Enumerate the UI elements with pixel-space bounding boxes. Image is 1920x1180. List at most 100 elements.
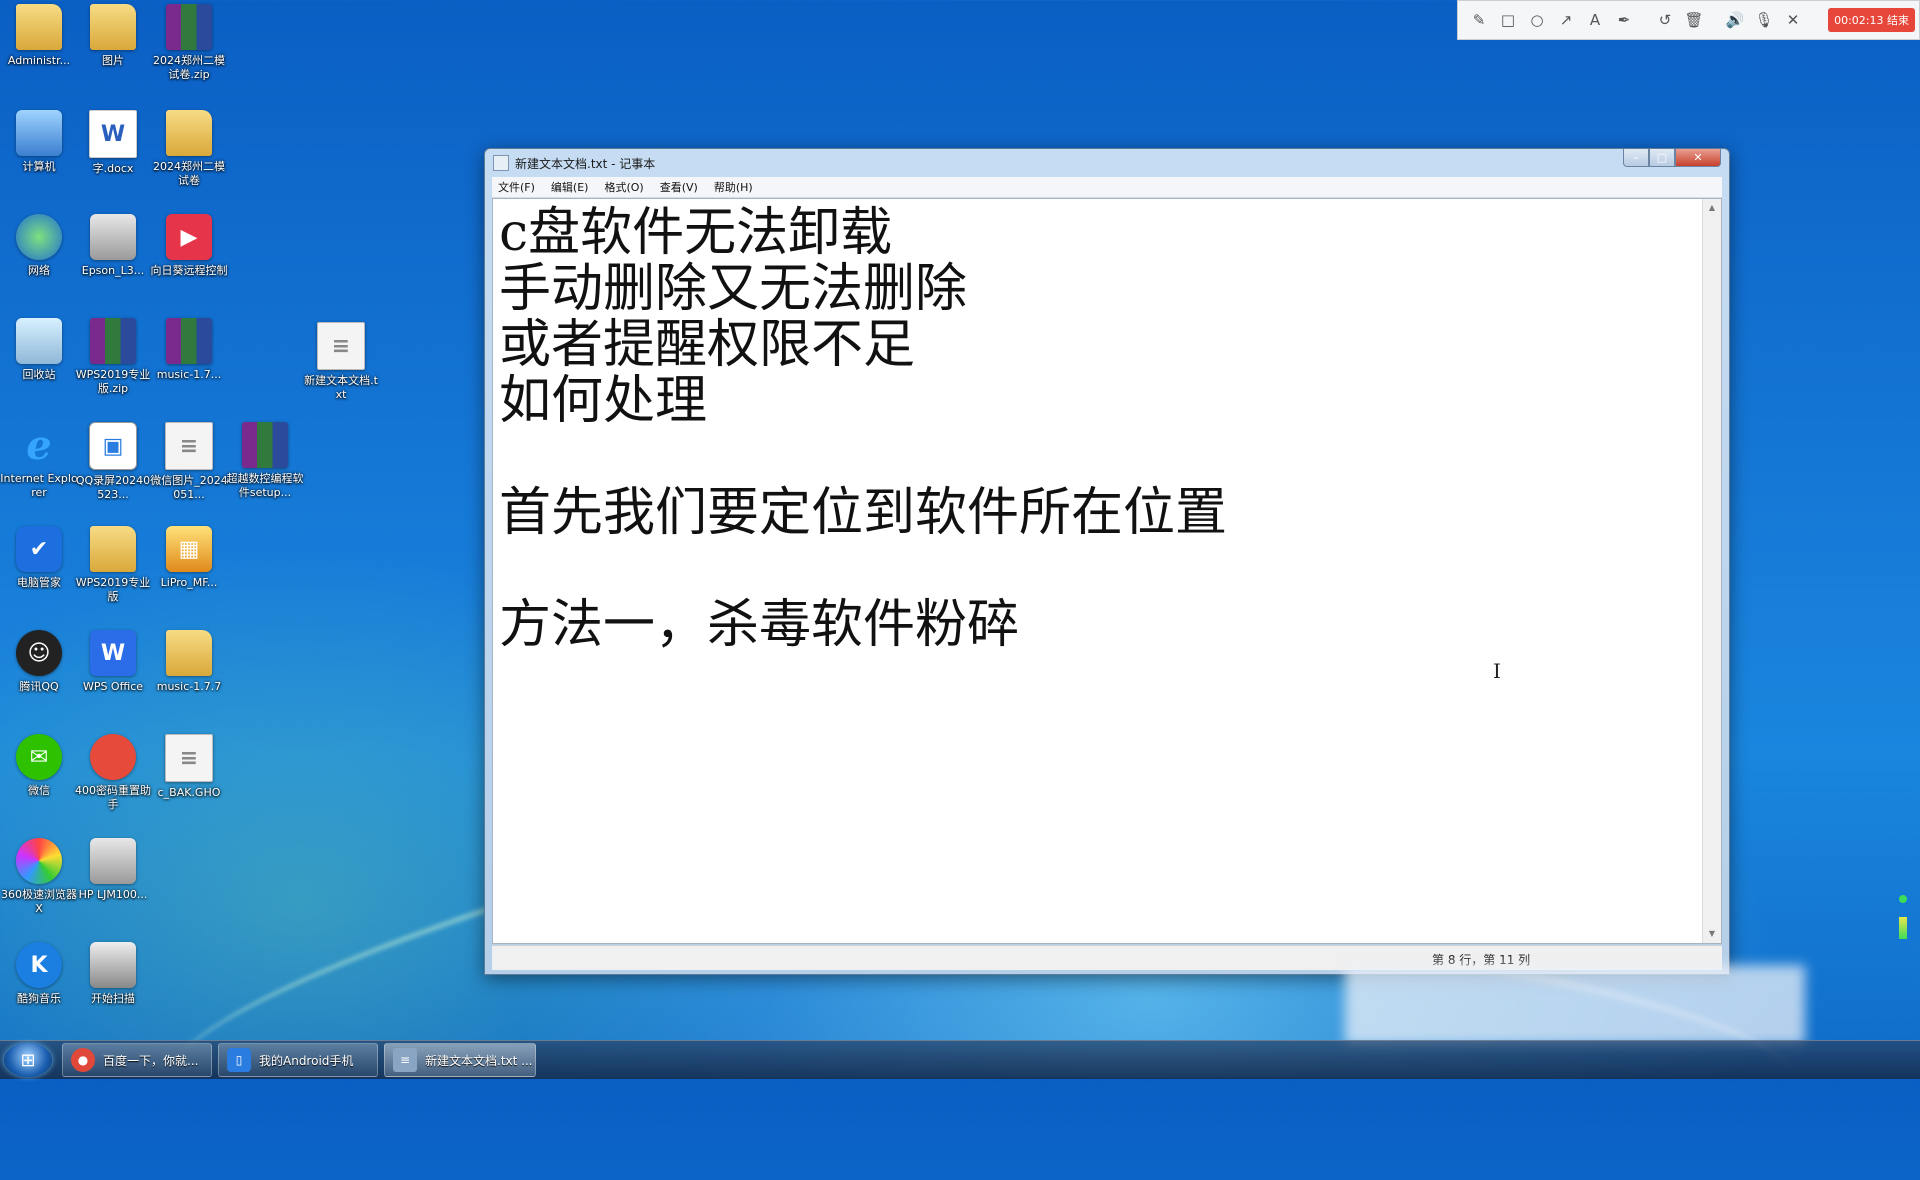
- folder-icon: [16, 4, 62, 50]
- minimize-button[interactable]: –: [1623, 149, 1649, 167]
- highlighter-icon[interactable]: ✒: [1611, 7, 1637, 33]
- desktop-icon-label: 腾讯QQ: [19, 680, 59, 693]
- desktop-icon-label: 微信图片_2024051...: [150, 474, 228, 501]
- desktop-icon-wechat-image[interactable]: ≡ 微信图片_2024051...: [150, 422, 228, 502]
- desktop-icon-exam-zip[interactable]: 2024郑州二模试卷.zip: [150, 4, 228, 82]
- desktop-icon-kugou-music[interactable]: K 酷狗音乐: [0, 942, 78, 1006]
- printer-icon: [90, 214, 136, 260]
- menu-format[interactable]: 格式(O): [604, 179, 643, 195]
- circle-icon[interactable]: ○: [1524, 7, 1550, 33]
- password-reset-icon: [90, 734, 136, 780]
- desktop-icon-wechat[interactable]: ✉ 微信: [0, 734, 78, 798]
- trash-icon[interactable]: 🗑: [1681, 7, 1707, 33]
- close-icon[interactable]: ✕: [1780, 7, 1806, 33]
- stop-recording-button[interactable]: 00:02:13 结束: [1828, 8, 1915, 32]
- taskbar-item-label: 我的Android手机: [259, 1053, 354, 1068]
- desktop-icon-label: 2024郑州二模试卷.zip: [153, 54, 225, 81]
- desktop-icon-label: 微信: [28, 784, 50, 797]
- desktop-icon-wps-folder[interactable]: WPS2019专业版: [74, 526, 152, 604]
- notepad-window: 新建文本文档.txt - 记事本 – □ ✕ 文件(F) 编辑(E) 格式(O)…: [484, 148, 1730, 975]
- taskbar-item-label: 新建文本文档.txt ...: [425, 1053, 533, 1068]
- shield-icon: ✔: [16, 526, 62, 572]
- desktop-icon-label: HP LJM100...: [78, 888, 148, 901]
- rectangle-icon[interactable]: □: [1495, 7, 1521, 33]
- desktop-icon-label: 网络: [28, 264, 50, 277]
- ibeam-cursor-icon: I: [1493, 659, 1501, 683]
- document-text[interactable]: c盘软件无法卸载 手动删除又无法删除 或者提醒权限不足 如何处理 首先我们要定位…: [499, 205, 1697, 653]
- desktop-icon-pictures[interactable]: 图片: [74, 4, 152, 68]
- taskbar-item-android[interactable]: ▯ 我的Android手机: [218, 1043, 378, 1077]
- menu-edit[interactable]: 编辑(E): [551, 179, 589, 195]
- taskbar-item-notepad[interactable]: ≡ 新建文本文档.txt ...: [384, 1043, 536, 1077]
- desktop-icon-network[interactable]: 网络: [0, 214, 78, 278]
- desktop-icon-docx[interactable]: W 字.docx: [74, 110, 152, 176]
- desktop-icon-label: QQ录屏20240523...: [75, 474, 151, 501]
- desktop-icon-label: 新建文本文档.txt: [304, 374, 378, 401]
- desktop-icon-sunlogin[interactable]: ▶ 向日葵远程控制: [150, 214, 228, 278]
- taskbar: ⊞ ● 百度一下，你就... ▯ 我的Android手机 ≡ 新建文本文档.tx…: [0, 1040, 1920, 1079]
- desktop-icon-computer[interactable]: 计算机: [0, 110, 78, 174]
- desktop-icon-label: Epson_L3...: [81, 264, 145, 277]
- desktop-icon-music-folder[interactable]: music-1.7.7: [150, 630, 228, 694]
- desktop-icon-label: 酷狗音乐: [17, 992, 61, 1005]
- close-button[interactable]: ✕: [1675, 149, 1721, 167]
- window-titlebar[interactable]: 新建文本文档.txt - 记事本 – □ ✕: [485, 149, 1729, 177]
- image-file-icon: ≡: [165, 422, 213, 470]
- desktop-icon-pc-manager[interactable]: ✔ 电脑管家: [0, 526, 78, 590]
- desktop-icon-label: music-1.7.7: [156, 680, 222, 693]
- taskbar-item-browser[interactable]: ● 百度一下，你就...: [62, 1043, 212, 1077]
- vertical-scrollbar[interactable]: ▲ ▼: [1702, 199, 1721, 943]
- recording-toolbar: ✎ □ ○ ↗ A ✒ ↺ 🗑 🔊 🎙 ✕ 00:02:13 结束: [1457, 0, 1920, 40]
- maximize-button[interactable]: □: [1649, 149, 1675, 167]
- recycle-bin-icon: [16, 318, 62, 364]
- menu-view[interactable]: 查看(V): [660, 179, 698, 195]
- arrow-icon[interactable]: ↗: [1553, 7, 1579, 33]
- desktop-icon-epson[interactable]: Epson_L3...: [74, 214, 152, 278]
- desktop-icon-new-txt[interactable]: ≡ 新建文本文档.txt: [302, 322, 380, 402]
- printer-icon: [90, 838, 136, 884]
- desktop-icon-label: 图片: [102, 54, 124, 67]
- desktop-icon-label: 字.docx: [92, 162, 134, 175]
- desktop-icon-internet-explorer[interactable]: e Internet Explorer: [0, 422, 78, 500]
- start-button[interactable]: ⊞: [4, 1043, 52, 1077]
- desktop-icon-password-reset[interactable]: 400密码重置助手: [74, 734, 152, 812]
- scroll-down-icon[interactable]: ▼: [1703, 925, 1721, 943]
- desktop-icon-wps-office[interactable]: W WPS Office: [74, 630, 152, 694]
- text-editor[interactable]: c盘软件无法卸载 手动删除又无法删除 或者提醒权限不足 如何处理 首先我们要定位…: [492, 198, 1722, 944]
- desktop-icon-qq-recording[interactable]: ▣ QQ录屏20240523...: [74, 422, 152, 502]
- menu-file[interactable]: 文件(F): [498, 179, 535, 195]
- speaker-icon[interactable]: 🔊: [1722, 7, 1748, 33]
- desktop-icon-label: LiPro_MF...: [160, 576, 218, 589]
- desktop-icon-exam-folder[interactable]: 2024郑州二模试卷: [150, 110, 228, 188]
- desktop-icon-label: WPS2019专业版.zip: [75, 368, 151, 395]
- desktop-icon-label: 回收站: [22, 368, 56, 381]
- menu-bar: 文件(F) 编辑(E) 格式(O) 查看(V) 帮助(H): [492, 177, 1722, 198]
- desktop-icon-recycle-bin[interactable]: 回收站: [0, 318, 78, 382]
- file-icon: ≡: [165, 734, 213, 782]
- desktop-icon-lipro[interactable]: ▦ LiPro_MF...: [150, 526, 228, 590]
- microphone-icon[interactable]: 🎙: [1751, 7, 1777, 33]
- folder-icon: [166, 630, 212, 676]
- desktop-icon-label: 向日葵远程控制: [150, 264, 228, 277]
- desktop-icon-qq[interactable]: ☺ 腾讯QQ: [0, 630, 78, 694]
- menu-help[interactable]: 帮助(H): [714, 179, 753, 195]
- desktop-icon-360-browser[interactable]: 360极速浏览器X: [0, 838, 78, 916]
- desktop-icon-hp-printer[interactable]: HP LJM100...: [74, 838, 152, 902]
- desktop-icon-wps-zip[interactable]: WPS2019专业版.zip: [74, 318, 152, 396]
- level-bar: [1899, 917, 1907, 939]
- remote-control-icon: ▶: [166, 214, 212, 260]
- pen-icon[interactable]: ✎: [1466, 7, 1492, 33]
- desktop-icon-label: music-1.7...: [156, 368, 222, 381]
- desktop-icon-label: 2024郑州二模试卷: [153, 160, 225, 187]
- internet-explorer-icon: e: [26, 421, 52, 469]
- computer-icon: [16, 110, 62, 156]
- desktop-icon-administrator[interactable]: Administr...: [0, 4, 78, 68]
- scroll-up-icon[interactable]: ▲: [1703, 199, 1721, 217]
- desktop-icon-start-scan[interactable]: 开始扫描: [74, 942, 152, 1006]
- desktop-icon-music-zip[interactable]: music-1.7...: [150, 318, 228, 382]
- desktop-icon-cnc-setup[interactable]: 超越数控编程软件setup...: [226, 422, 304, 500]
- text-tool-icon[interactable]: A: [1582, 7, 1608, 33]
- network-globe-icon: [16, 214, 62, 260]
- undo-icon[interactable]: ↺: [1652, 7, 1678, 33]
- desktop-icon-gho-file[interactable]: ≡ c_BAK.GHO: [150, 734, 228, 800]
